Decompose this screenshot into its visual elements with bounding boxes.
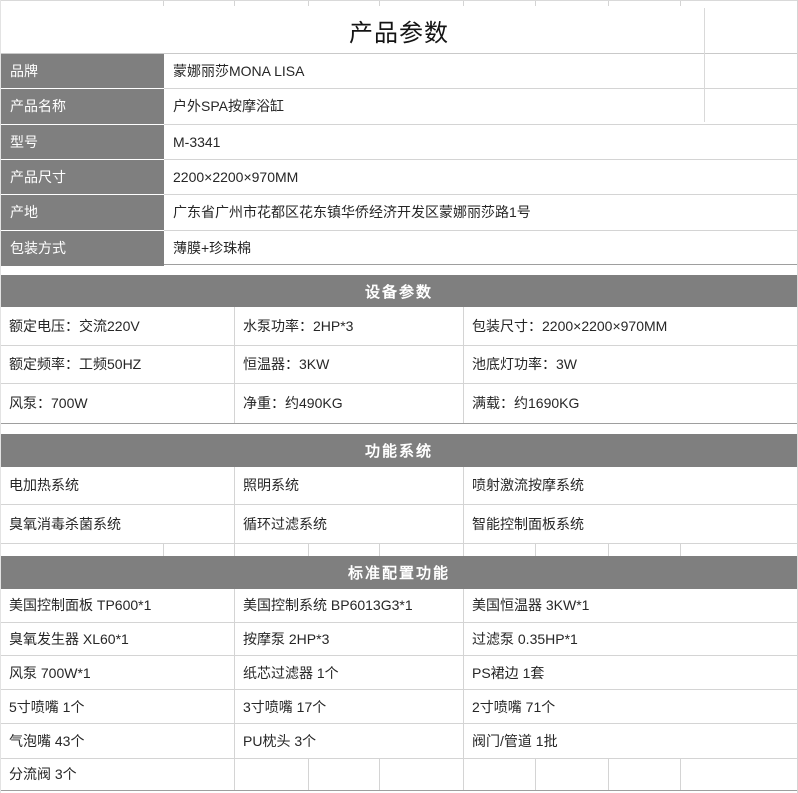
table-row: 气泡嘴 43个 PU枕头 3个 阀门/管道 1批	[1, 723, 797, 758]
table-row: 电加热系统 照明系统 喷射激流按摩系统	[1, 466, 797, 505]
product-info-table: 品牌 蒙娜丽莎MONA LISA 产品名称 户外SPA按摩浴缸 型号 M-334…	[1, 53, 797, 266]
grid-cell	[309, 543, 380, 556]
info-label-product-name: 产品名称	[1, 89, 164, 125]
grid-cell	[380, 1, 464, 6]
param-cell: 3寸喷嘴 17个	[235, 690, 464, 724]
param-cell: 电加热系统	[1, 466, 235, 505]
param-cell: 池底灯功率：3W	[464, 346, 797, 385]
grid-cell	[380, 758, 464, 790]
grid-cell	[235, 1, 309, 6]
info-label-origin: 产地	[1, 195, 164, 231]
grid-cell	[464, 543, 536, 556]
grid-cell	[309, 758, 380, 790]
info-value-origin: 广东省广州市花都区花东镇华侨经济开发区蒙娜丽莎路1号	[164, 195, 797, 231]
param-cell: 包装尺寸：2200×2200×970MM	[464, 307, 797, 346]
info-label-model: 型号	[1, 124, 164, 160]
info-value-size: 2200×2200×970MM	[164, 160, 797, 196]
grid-divider	[704, 8, 705, 122]
table-row: 产品名称 户外SPA按摩浴缸	[1, 89, 797, 125]
function-systems-table: 电加热系统 照明系统 喷射激流按摩系统 臭氧消毒杀菌系统 循环过滤系统 智能控制…	[1, 466, 797, 544]
grid-cell	[536, 1, 609, 6]
standard-config-table: 美国控制面板 TP600*1 美国控制系统 BP6013G3*1 美国恒温器 3…	[1, 588, 797, 758]
param-cell: 智能控制面板系统	[472, 515, 584, 532]
grid-cell	[681, 759, 797, 790]
param-cell: 美国控制面板 TP600*1	[1, 588, 235, 623]
param-cell: 按摩泵 2HP*3	[235, 622, 464, 657]
grid-cell	[309, 1, 380, 6]
section-header-function-systems: 功能系统	[1, 433, 797, 467]
param-cell: 美国恒温器 3KW*1	[464, 589, 797, 623]
info-label-size: 产品尺寸	[1, 159, 164, 196]
grid-cell	[609, 1, 681, 6]
param-cell: 5寸喷嘴 1个	[1, 690, 235, 724]
param-cell: 2寸喷嘴 71个	[464, 690, 797, 724]
grid-cell	[464, 1, 536, 6]
param-cell: 水泵功率：2HP*3	[235, 307, 464, 346]
param-cell: 臭氧消毒杀菌系统	[1, 504, 235, 543]
param-cell: 风泵 700W*1	[1, 656, 235, 691]
table-row: 风泵 700W*1 纸芯过滤器 1个 PS裙边 1套	[1, 656, 797, 691]
param-cell: 恒温器：3KW	[235, 345, 464, 385]
spreadsheet-empty-row	[1, 543, 797, 556]
grid-cell	[464, 758, 536, 790]
param-cell: 照明系统	[235, 466, 464, 505]
table-row: 臭氧消毒杀菌系统 循环过滤系统 智能控制面板系统	[1, 504, 797, 543]
param-cell: 净重：约490KG	[235, 384, 464, 423]
param-cell: 纸芯过滤器 1个	[235, 656, 464, 691]
grid-cell	[380, 543, 464, 556]
param-cell: 分流阀 3个	[1, 758, 235, 790]
table-row-last: 分流阀 3个	[1, 757, 797, 791]
info-value-model: M-3341	[164, 125, 797, 160]
param-cell: 循环过滤系统	[235, 504, 464, 543]
info-value-packaging: 薄膜+珍珠棉	[173, 240, 252, 257]
grid-cell	[609, 543, 681, 556]
grid-cell	[1, 1, 164, 6]
param-cell: 额定频率：工频50HZ	[1, 345, 235, 385]
grid-cell	[536, 758, 609, 790]
param-cell: 美国控制系统 BP6013G3*1	[235, 588, 464, 623]
table-row: 额定频率：工频50HZ 恒温器：3KW 池底灯功率：3W	[1, 345, 797, 385]
table-row: 额定电压：交流220V 水泵功率：2HP*3 包装尺寸：2200×2200×97…	[1, 307, 797, 346]
product-parameter-sheet: 产品参数 品牌 蒙娜丽莎MONA LISA 产品名称 户外SPA按摩浴缸 型号 …	[0, 0, 798, 793]
grid-cell	[536, 543, 609, 556]
param-cell: 气泡嘴 43个	[1, 723, 235, 758]
param-cell: 臭氧发生器 XL60*1	[1, 622, 235, 657]
param-cell: 满载：约1690KG	[472, 395, 580, 412]
equipment-params-table: 额定电压：交流220V 水泵功率：2HP*3 包装尺寸：2200×2200×97…	[1, 307, 797, 424]
section-header-standard-config: 标准配置功能	[1, 555, 797, 589]
table-row: 包装方式 薄膜+珍珠棉	[1, 230, 797, 266]
table-row: 臭氧发生器 XL60*1 按摩泵 2HP*3 过滤泵 0.35HP*1	[1, 622, 797, 657]
grid-cell	[681, 544, 797, 556]
grid-cell	[235, 758, 309, 790]
param-cell: 风泵：700W	[1, 384, 235, 423]
table-row: 品牌 蒙娜丽莎MONA LISA	[1, 54, 797, 90]
table-row: 5寸喷嘴 1个 3寸喷嘴 17个 2寸喷嘴 71个	[1, 690, 797, 724]
param-cell: 阀门/管道 1批	[472, 732, 558, 749]
info-value-product-name: 户外SPA按摩浴缸	[164, 89, 797, 125]
param-cell: 额定电压：交流220V	[1, 307, 235, 346]
grid-cell	[681, 1, 797, 6]
grid-cell	[164, 543, 235, 556]
table-row: 美国控制面板 TP600*1 美国控制系统 BP6013G3*1 美国恒温器 3…	[1, 588, 797, 623]
spreadsheet-top-gridline-row	[1, 0, 797, 8]
grid-cell	[609, 758, 681, 790]
info-label-brand: 品牌	[1, 54, 164, 90]
param-cell: PS裙边 1套	[464, 656, 797, 691]
table-row: 风泵：700W 净重：约490KG 满载：约1690KG	[1, 384, 797, 423]
page-title: 产品参数	[349, 20, 449, 47]
param-cell: 过滤泵 0.35HP*1	[464, 623, 797, 657]
table-row: 型号 M-3341	[1, 124, 797, 160]
grid-cell	[235, 543, 309, 556]
param-cell: PU枕头 3个	[235, 723, 464, 758]
grid-cell	[164, 1, 235, 6]
section-header-equipment: 设备参数	[1, 275, 797, 307]
param-cell: 喷射激流按摩系统	[464, 467, 797, 505]
info-label-packaging: 包装方式	[1, 230, 164, 266]
table-row: 产品尺寸 2200×2200×970MM	[1, 159, 797, 196]
table-row: 产地 广东省广州市花都区花东镇华侨经济开发区蒙娜丽莎路1号	[1, 195, 797, 231]
info-value-brand: 蒙娜丽莎MONA LISA	[164, 54, 797, 90]
grid-cell	[1, 543, 164, 556]
